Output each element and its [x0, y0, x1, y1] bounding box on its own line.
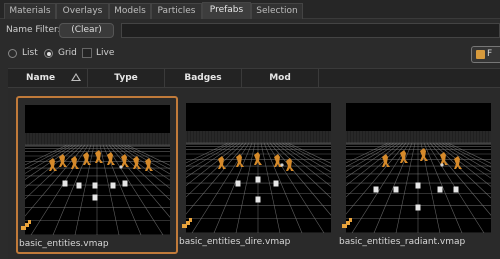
prefab-icon — [340, 216, 354, 230]
tab-particles[interactable]: Particles — [151, 3, 202, 19]
column-header-type[interactable]: Type — [88, 69, 165, 88]
grid-label: Grid — [58, 48, 77, 58]
clear-filter-button[interactable]: (Clear) — [59, 23, 114, 38]
tab-bar: Materials Overlays Models Particles Pref… — [0, 0, 500, 19]
prefab-icon — [476, 50, 485, 59]
list-radio[interactable] — [8, 49, 17, 58]
tab-models[interactable]: Models — [109, 3, 151, 19]
prefab-filename: basic_entities.vmap — [19, 239, 109, 249]
grid-radio[interactable] — [44, 49, 53, 58]
name-filter-input[interactable] — [121, 23, 500, 38]
side-panel-button-label: F — [487, 49, 493, 59]
side-panel-button[interactable]: F — [471, 46, 500, 63]
prefab-tile[interactable]: basic_entities.vmap — [16, 96, 178, 254]
live-checkbox[interactable] — [82, 48, 92, 58]
tab-selection[interactable]: Selection — [251, 3, 303, 19]
prefab-thumbnail — [346, 103, 491, 233]
view-mode-bar: List Grid Live F — [0, 42, 500, 66]
prefab-filename: basic_entities_radiant.vmap — [339, 237, 466, 247]
filter-bar: Name Filter: (Clear) — [0, 19, 500, 42]
column-header-name-label: Name — [26, 73, 56, 83]
sort-ascending-icon — [71, 73, 81, 81]
prefab-tile[interactable]: basic_entities_dire.vmap — [179, 96, 341, 254]
name-filter-label: Name Filter: — [6, 25, 61, 35]
prefab-filename: basic_entities_dire.vmap — [179, 237, 291, 247]
column-header-mod[interactable]: Mod — [242, 69, 319, 88]
live-label: Live — [96, 48, 115, 58]
prefab-thumbnail — [186, 103, 331, 233]
column-header-badges[interactable]: Badges — [165, 69, 242, 88]
prefab-thumbnail — [25, 105, 170, 235]
tab-overlays[interactable]: Overlays — [56, 3, 109, 19]
column-header-name[interactable]: Name — [8, 69, 88, 88]
tab-materials[interactable]: Materials — [4, 3, 56, 19]
column-headers: Name Type Badges Mod — [8, 68, 500, 88]
prefab-grid: basic_entities.vmap basic_entities_dire.… — [8, 88, 500, 259]
prefab-icon — [19, 218, 33, 232]
prefab-icon — [180, 216, 194, 230]
list-label: List — [22, 48, 38, 58]
prefab-tile[interactable]: basic_entities_radiant.vmap — [339, 96, 500, 254]
tab-prefabs[interactable]: Prefabs — [202, 2, 251, 19]
